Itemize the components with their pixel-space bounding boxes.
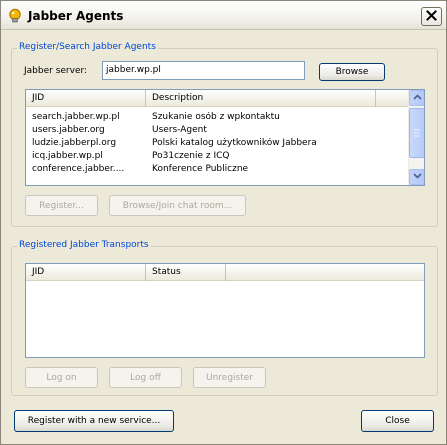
scroll-up-button[interactable] [409,90,424,106]
transports-list-header: JID Status [26,264,424,281]
list-item-jid: ludzie.jabberpl.org [32,138,117,148]
log-off-button[interactable]: Log off [109,367,182,388]
list-item-description: Users-Agent [152,125,207,135]
search-agents-legend: Register/Search Jabber Agents [17,42,158,52]
title-bar[interactable]: Jabber Agents [1,1,446,30]
column-header-jid[interactable]: JID [26,90,146,107]
column-header-description[interactable]: Description [146,90,376,107]
jabber-lightbulb-icon [7,8,23,24]
agents-list[interactable]: JID Description search.jabber.wp.pl Szuk… [25,89,425,186]
list-item[interactable]: search.jabber.wp.pl Szukanie osób z wpko… [26,112,408,125]
list-item[interactable]: ludzie.jabberpl.org Polski katalog użytk… [26,138,408,151]
close-button[interactable]: Close [361,410,434,432]
close-icon [426,9,437,24]
list-item-description: Po31czenie z ICQ [152,151,230,161]
column-header-filler [376,90,408,107]
list-item-jid: icq.jabber.wp.pl [32,151,103,161]
column-header-jid[interactable]: JID [26,264,146,281]
agents-list-header: JID Description [26,90,408,107]
registered-transports-legend: Registered Jabber Transports [17,240,151,250]
close-window-button[interactable] [421,7,442,26]
column-header-filler [226,264,424,281]
jabber-server-input[interactable]: jabber.wp.pl [102,61,305,80]
list-item-jid: conference.jabber.... [32,164,125,174]
list-item-description: Szukanie osób z wpkontaktu [152,112,280,122]
chevron-down-icon [412,172,422,182]
register-new-service-button[interactable]: Register with a new service... [14,410,174,432]
transports-list[interactable]: JID Status [25,263,425,358]
register-button[interactable]: Register... [25,195,98,216]
list-item-description: Konference Publiczne [152,164,249,174]
log-on-button[interactable]: Log on [25,367,98,388]
chevron-up-icon [412,93,422,103]
browse-join-chat-room-button[interactable]: Browse/Join chat room... [109,195,246,216]
unregister-button[interactable]: Unregister [193,367,266,388]
list-item[interactable]: icq.jabber.wp.pl Po31czenie z ICQ [26,151,408,164]
window-title: Jabber Agents [28,9,124,23]
scroll-down-button[interactable] [409,169,424,185]
jabber-server-label: Jabber server: [24,66,88,76]
list-item[interactable]: conference.jabber.... Konference Publicz… [26,164,408,177]
list-item-description: Polski katalog użytkowników Jabbera [152,138,317,148]
column-header-status[interactable]: Status [146,264,226,281]
browse-button[interactable]: Browse [319,63,385,81]
list-item-jid: search.jabber.wp.pl [32,112,120,122]
scroll-thumb[interactable] [409,108,424,158]
list-item-jid: users.jabber.org [32,125,105,135]
jabber-agents-window: Jabber Agents Register/Search Jabber Age… [0,0,447,445]
agents-list-scrollbar[interactable] [408,90,424,185]
list-item[interactable]: users.jabber.org Users-Agent [26,125,408,138]
